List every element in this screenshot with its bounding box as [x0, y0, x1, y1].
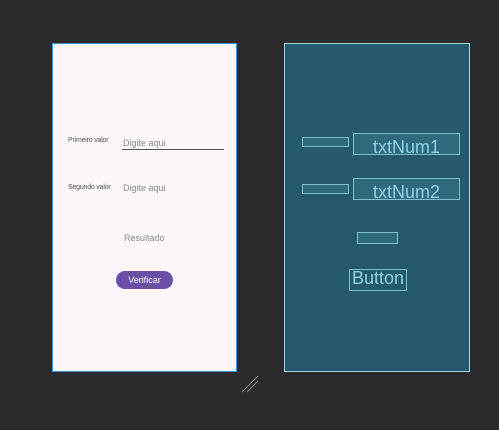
- blueprint-txtnum1[interactable]: txtNum1: [353, 133, 460, 157]
- blueprint-label2[interactable]: [302, 184, 349, 194]
- first-value-input[interactable]: Digite aqui: [123, 138, 166, 148]
- blueprint-button-label: Button: [351, 267, 405, 288]
- blueprint-txtnum1-label: txtNum1: [372, 136, 441, 157]
- resize-handle-icon[interactable]: [240, 374, 260, 394]
- blueprint-button[interactable]: Button: [349, 267, 407, 291]
- result-text: Resultado: [124, 233, 165, 243]
- design-view: Primeiro valor Digite aqui Segundo valor…: [53, 44, 236, 371]
- verify-button[interactable]: Verificar: [116, 271, 173, 289]
- blueprint-result[interactable]: [357, 232, 398, 244]
- blueprint-txtnum2[interactable]: txtNum2: [353, 178, 460, 202]
- first-value-underline: [122, 149, 224, 150]
- blueprint-txtnum2-label: txtNum2: [372, 181, 441, 202]
- first-value-label: Primeiro valor: [68, 137, 109, 144]
- second-value-input[interactable]: Digite aqui: [123, 183, 166, 193]
- blueprint-label1[interactable]: [302, 137, 349, 147]
- blueprint-view: txtNum1 txtNum2 Button: [285, 44, 469, 371]
- second-value-label: Segundo valor: [68, 184, 111, 191]
